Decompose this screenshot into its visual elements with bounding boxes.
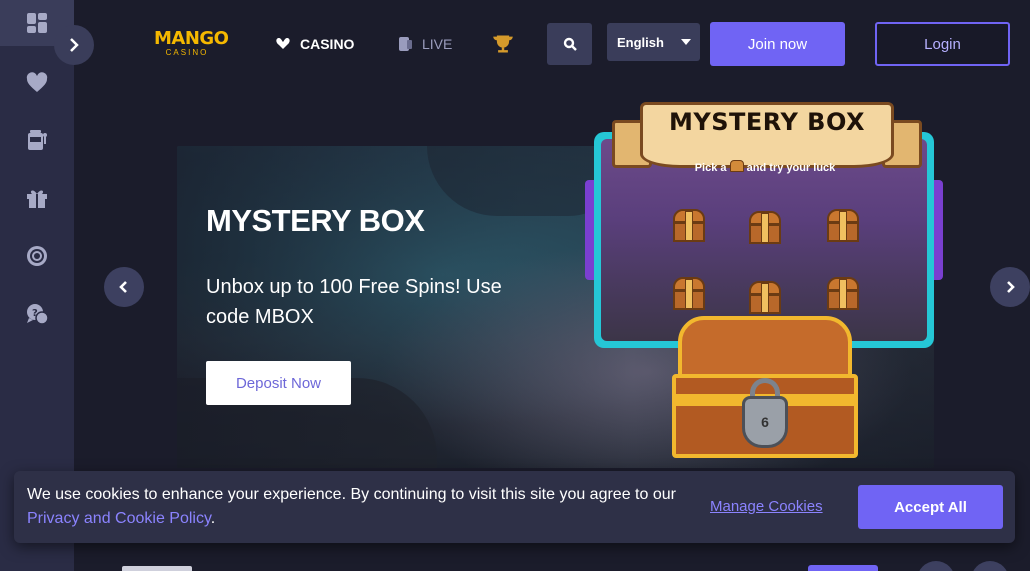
search-icon xyxy=(563,37,577,51)
nav-casino-label: CASINO xyxy=(300,36,355,52)
nav-live[interactable]: LIVE xyxy=(396,33,452,55)
padlock-icon: 6 xyxy=(742,396,788,448)
nav-tournaments[interactable] xyxy=(492,33,514,55)
gift-icon xyxy=(27,190,47,208)
lifebuoy-icon xyxy=(27,246,47,266)
logo-text: MANGO xyxy=(154,28,229,49)
nav-casino[interactable]: CASINO xyxy=(274,33,354,55)
sidebar-item-help[interactable] xyxy=(0,233,74,279)
sidebar-item-slots[interactable] xyxy=(0,117,74,163)
cards-icon xyxy=(276,38,290,49)
big-treasure-chest-icon: 6 xyxy=(668,316,862,458)
cookie-message-text: We use cookies to enhance your experienc… xyxy=(27,486,676,503)
join-now-button[interactable]: Join now xyxy=(710,22,845,66)
treasure-chest-icon xyxy=(671,207,707,243)
treasure-chest-icon xyxy=(825,207,861,243)
privacy-policy-link[interactable]: Privacy and Cookie Policy xyxy=(27,510,211,527)
cookie-banner: We use cookies to enhance your experienc… xyxy=(14,471,1015,543)
chest-mini-icon xyxy=(729,160,744,172)
lock-number: 6 xyxy=(761,414,769,430)
login-button[interactable]: Login xyxy=(875,22,1010,66)
sidebar-item-support[interactable]: ? xyxy=(0,291,74,337)
sidebar-item-favorites[interactable] xyxy=(0,60,74,106)
section-button-partial[interactable] xyxy=(808,565,878,571)
next-section-partial xyxy=(74,543,1030,571)
section-next-button-partial[interactable] xyxy=(971,561,1009,571)
svg-text:?: ? xyxy=(32,308,38,319)
sidebar-expand-button[interactable] xyxy=(54,25,94,65)
banner-title: MYSTERY BOX xyxy=(206,203,425,238)
chevron-right-icon xyxy=(70,38,79,52)
art-subtitle-start: Pick a xyxy=(694,162,727,174)
support-chat-icon: ? xyxy=(27,304,49,325)
chevron-left-icon xyxy=(119,281,127,293)
deposit-now-button[interactable]: Deposit Now xyxy=(206,361,351,405)
section-heading-partial xyxy=(122,566,192,571)
logo-subtext: CASINO xyxy=(165,48,209,57)
heart-icon xyxy=(26,72,48,92)
manage-cookies-link[interactable]: Manage Cookies xyxy=(710,498,823,515)
treasure-chest-icon xyxy=(747,279,783,315)
sidebar-item-promotions[interactable] xyxy=(0,175,74,221)
accept-all-button[interactable]: Accept All xyxy=(858,485,1003,529)
search-button[interactable] xyxy=(547,23,592,65)
nav-live-label: LIVE xyxy=(422,36,453,52)
cookie-message-end: . xyxy=(210,510,216,527)
chevron-right-icon xyxy=(1007,281,1015,293)
carousel-prev-button[interactable] xyxy=(104,267,144,307)
art-subtitle: Pick a and try your luck xyxy=(640,160,890,174)
art-subtitle-end: and try your luck xyxy=(746,162,836,174)
art-title: MYSTERY BOX xyxy=(668,108,866,136)
section-prev-button-partial[interactable] xyxy=(917,561,955,571)
treasure-chest-icon xyxy=(747,209,783,245)
live-cards-icon xyxy=(399,37,412,51)
caret-down-icon xyxy=(681,39,691,45)
treasure-chest-icon xyxy=(671,275,707,311)
treasure-chest-icon xyxy=(825,275,861,311)
language-select[interactable]: English xyxy=(607,23,700,61)
slot-machine-icon xyxy=(28,130,47,150)
carousel-next-button[interactable] xyxy=(990,267,1030,307)
header: MANGO CASINO CASINO LIVE English Join no… xyxy=(74,0,1030,90)
trophy-icon xyxy=(493,35,513,53)
dashboard-icon xyxy=(27,13,47,33)
cookie-message: We use cookies to enhance your experienc… xyxy=(27,483,677,531)
banner-description: Unbox up to 100 Free Spins! Use code MBO… xyxy=(206,276,502,328)
logo[interactable]: MANGO CASINO xyxy=(154,28,229,62)
language-value: English xyxy=(617,34,664,50)
